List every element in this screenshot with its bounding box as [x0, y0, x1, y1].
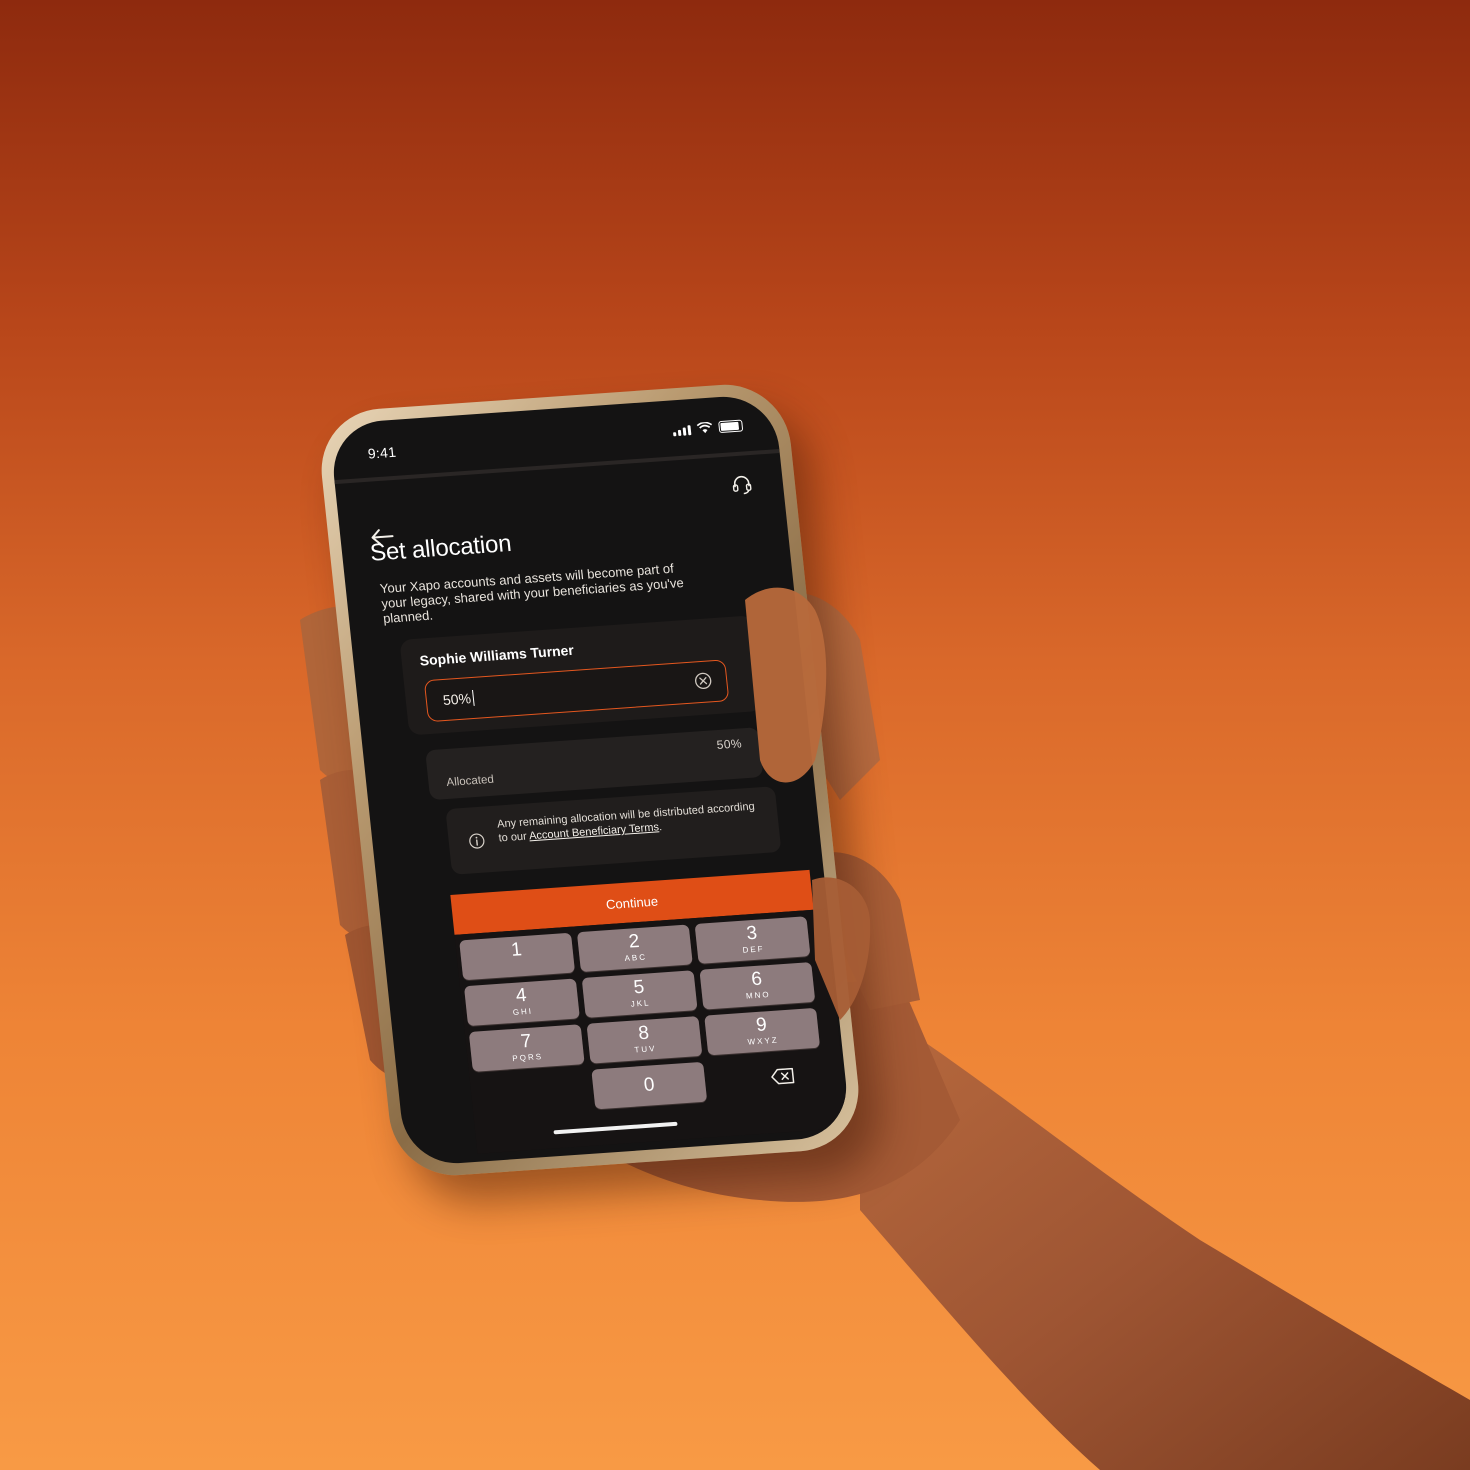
- beneficiary-card: Sophie Williams Turner 50%: [399, 615, 763, 736]
- backspace-icon[interactable]: [770, 1067, 796, 1085]
- key-2[interactable]: 2 ABC: [576, 924, 693, 973]
- info-text: Any remaining allocation will be distrib…: [496, 800, 756, 845]
- intro-text: Your Xapo accounts and assets will becom…: [379, 560, 685, 627]
- status-time: 9:41: [366, 443, 398, 462]
- key-9[interactable]: 9 WXYZ: [704, 1007, 821, 1056]
- allocation-input[interactable]: 50%: [423, 659, 730, 723]
- text-caret: [472, 689, 475, 706]
- key-6[interactable]: 6 MNO: [699, 962, 816, 1010]
- key-7[interactable]: 7 PQRS: [468, 1024, 585, 1072]
- key-8[interactable]: 8 TUV: [586, 1016, 703, 1064]
- phone-screen: 9:41 Set allocation Your Xapo accounts a…: [328, 393, 852, 1167]
- allocated-label: Allocated: [445, 773, 495, 789]
- headset-icon[interactable]: [730, 473, 754, 496]
- allocated-value: 50%: [716, 736, 743, 753]
- numeric-keypad: 1 2 ABC 3 DEF 4 GHI 5 JKL 6 MNO 7 PQRS 8…: [454, 908, 849, 1154]
- battery-icon: [718, 419, 744, 434]
- wifi-icon: [696, 421, 713, 434]
- key-4[interactable]: 4 GHI: [463, 978, 580, 1027]
- beneficiary-name: Sophie Williams Turner: [418, 641, 575, 669]
- phone: 9:41 Set allocation Your Xapo accounts a…: [315, 380, 865, 1180]
- key-1[interactable]: 1: [459, 932, 576, 981]
- key-5[interactable]: 5 JKL: [581, 970, 698, 1018]
- info-icon: [469, 833, 485, 849]
- key-0[interactable]: 0: [591, 1061, 708, 1110]
- clear-circle-icon[interactable]: [693, 671, 713, 690]
- allocation-input-value[interactable]: 50%: [442, 689, 475, 708]
- allocated-summary: Allocated 50%: [425, 727, 764, 801]
- signal-icon: [672, 425, 692, 437]
- info-notice: Any remaining allocation will be distrib…: [445, 786, 782, 875]
- scene: 9:41 Set allocation Your Xapo accounts a…: [0, 0, 1470, 1470]
- key-3[interactable]: 3 DEF: [694, 916, 811, 964]
- status-icons: [672, 419, 744, 437]
